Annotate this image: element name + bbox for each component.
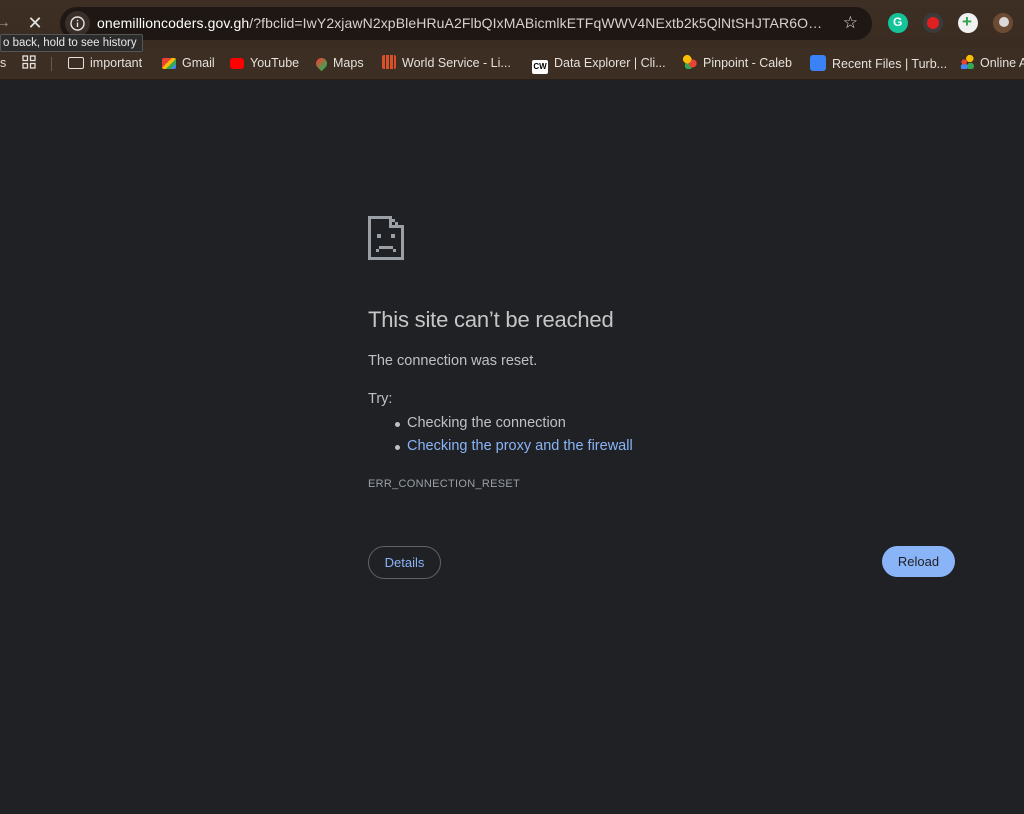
bookmark-label: Gmail	[182, 56, 215, 70]
maps-icon	[313, 55, 330, 72]
back-arrow-icon[interactable]: →	[0, 12, 14, 34]
youtube-icon	[230, 58, 244, 69]
bookmarks-separator	[51, 57, 52, 71]
bbc-icon	[382, 55, 396, 69]
error-description: The connection was reset.	[368, 353, 538, 369]
suggestion-check-proxy-link[interactable]: Checking the proxy and the firewall	[395, 438, 633, 454]
extension-icon[interactable]	[993, 13, 1013, 33]
error-page: This site can’t be reached The connectio…	[0, 81, 1024, 814]
bookmark-label: Recent Files | Turb...	[832, 57, 948, 71]
try-label: Try:	[368, 391, 393, 407]
pinpoint-icon	[683, 55, 697, 69]
url-text[interactable]: onemillioncoders.gov.gh/?fbclid=IwY2xjaw…	[97, 15, 832, 31]
bookmark-online[interactable]: Online A	[960, 55, 1024, 72]
bookmark-world-service[interactable]: World Service - Li...	[382, 55, 511, 72]
bookmark-label: Maps	[333, 56, 364, 70]
bookmark-maps[interactable]: Maps	[313, 55, 364, 72]
bookmarks-bar: s important Gmail YouTube Maps World Ser…	[0, 47, 1024, 80]
error-title: This site can’t be reached	[368, 307, 614, 332]
details-button[interactable]: Details	[368, 546, 441, 579]
url-host: onemillioncoders.gov.gh	[97, 15, 250, 31]
bookmark-important[interactable]: important	[68, 55, 142, 72]
error-code: ERR_CONNECTION_RESET	[368, 478, 521, 490]
online-icon	[960, 55, 974, 69]
bookmark-label: Online A	[980, 56, 1024, 70]
bookmark-label: s	[0, 56, 7, 70]
browser-toolbar: → ✕ onemillioncoders.gov.gh/?fbclid=IwY2…	[0, 0, 1024, 47]
bookmark-data-explorer[interactable]: CW Data Explorer | Cli...	[532, 55, 666, 74]
url-query: /?fbclid=IwY2xjawN2xpBleHRuA2FlbQIxMABic…	[249, 15, 823, 31]
bookmark-label: Pinpoint - Caleb	[703, 56, 792, 70]
bookmark-cutoff[interactable]: s	[0, 55, 6, 72]
bookmark-star-icon[interactable]: ☆	[843, 13, 858, 33]
folder-icon	[68, 57, 84, 69]
bookmark-youtube[interactable]: YouTube	[230, 55, 299, 72]
add-icon[interactable]	[958, 12, 978, 33]
site-info-icon[interactable]	[65, 11, 90, 36]
stop-loading-icon[interactable]: ✕	[24, 12, 46, 34]
sad-page-icon	[368, 216, 404, 260]
turbo-icon	[810, 55, 826, 71]
cw-icon: CW	[532, 60, 548, 74]
reload-button[interactable]: Reload	[882, 546, 955, 577]
bookmark-label: important	[90, 56, 143, 70]
back-button-tooltip: o back, hold to see history	[0, 34, 143, 52]
bookmark-pinpoint[interactable]: Pinpoint - Caleb	[683, 55, 792, 72]
address-bar[interactable]: onemillioncoders.gov.gh/?fbclid=IwY2xjaw…	[60, 7, 872, 40]
bookmark-label: World Service - Li...	[402, 56, 511, 70]
bookmark-label: YouTube	[250, 56, 300, 70]
record-icon[interactable]	[923, 13, 943, 33]
bookmark-gmail[interactable]: Gmail	[162, 55, 215, 72]
bookmark-label: Data Explorer | Cli...	[554, 56, 666, 70]
apps-grid-icon[interactable]	[22, 55, 36, 72]
gmail-icon	[162, 58, 176, 69]
suggestion-check-connection: Checking the connection	[395, 415, 566, 431]
bookmark-recent-files[interactable]: Recent Files | Turb...	[810, 55, 947, 72]
grammarly-icon[interactable]	[888, 13, 908, 33]
